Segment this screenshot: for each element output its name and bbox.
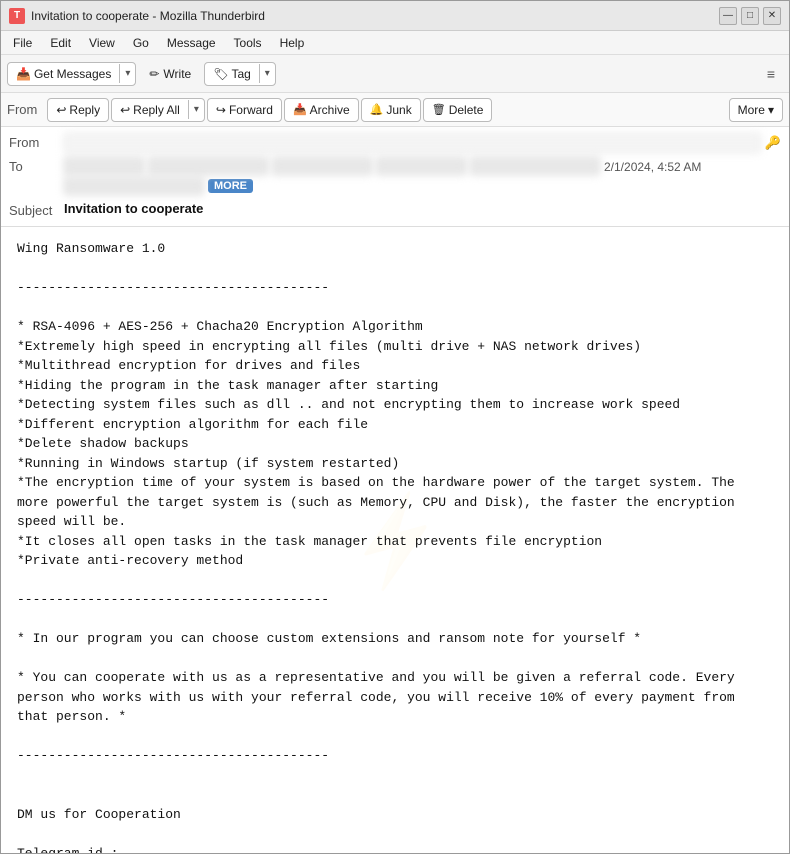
- to-chips: 2/1/2024, 4:52 AM: [64, 157, 701, 175]
- write-label: Write: [163, 67, 191, 81]
- app-icon: T: [9, 8, 25, 24]
- from-field-label: From: [9, 133, 64, 150]
- from-row: From 🔑: [9, 131, 781, 155]
- email-content: Wing Ransomware 1.0 --------------------…: [17, 239, 773, 853]
- more-label: More: [738, 103, 765, 117]
- delete-icon: 🗑: [432, 103, 446, 116]
- to-chip-1: [64, 157, 144, 175]
- menu-go[interactable]: Go: [125, 34, 157, 52]
- get-messages-button[interactable]: 📥 Get Messages: [8, 63, 119, 85]
- from-value: 🔑: [64, 133, 781, 153]
- get-messages-icon: 📥: [16, 67, 31, 81]
- reply-all-label: Reply All: [133, 103, 180, 117]
- to-value: 2/1/2024, 4:52 AM MORE: [64, 157, 781, 195]
- close-button[interactable]: ✕: [763, 7, 781, 25]
- delete-label: Delete: [449, 103, 484, 117]
- junk-button[interactable]: 🔔 Junk: [361, 98, 421, 122]
- from-address: [64, 133, 761, 153]
- reply-all-split: ↩ Reply All ▾: [111, 98, 205, 122]
- reply-all-button[interactable]: ↩ Reply All: [112, 99, 188, 121]
- email-date: 2/1/2024, 4:52 AM: [604, 158, 701, 174]
- email-header: From 🔑 To 2/1/2024, 4:52 AM: [1, 127, 789, 227]
- reply-button[interactable]: ↩ Reply: [47, 98, 109, 122]
- tag-icon: 🏷: [213, 67, 228, 81]
- window-controls: — □ ✕: [719, 7, 781, 25]
- to-chip-5: [470, 157, 600, 175]
- menu-bar: File Edit View Go Message Tools Help: [1, 31, 789, 55]
- tag-split: 🏷 Tag ▾: [204, 62, 276, 86]
- tag-button[interactable]: 🏷 Tag: [205, 63, 259, 85]
- more-recipients-chip[interactable]: MORE: [208, 179, 253, 193]
- action-bar: From ↩ Reply ↩ Reply All ▾ ↪ Forward 📥 A…: [1, 93, 789, 127]
- more-chevron-icon: ▾: [768, 103, 774, 117]
- menu-edit[interactable]: Edit: [42, 34, 79, 52]
- tag-label: Tag: [231, 67, 250, 81]
- tag-dropdown[interactable]: ▾: [259, 64, 275, 83]
- delete-button[interactable]: 🗑 Delete: [423, 98, 493, 122]
- window-title: Invitation to cooperate - Mozilla Thunde…: [31, 9, 719, 23]
- minimize-button[interactable]: —: [719, 7, 737, 25]
- menu-view[interactable]: View: [81, 34, 123, 52]
- to-chip-3: [272, 157, 372, 175]
- get-messages-dropdown[interactable]: ▾: [119, 64, 135, 83]
- junk-label: Junk: [386, 103, 411, 117]
- subject-field-label: Subject: [9, 201, 64, 218]
- menu-file[interactable]: File: [5, 34, 40, 52]
- to-second-row: MORE: [64, 177, 253, 195]
- to-chip-6: [64, 177, 204, 195]
- maximize-button[interactable]: □: [741, 7, 759, 25]
- to-chip-4: [376, 157, 466, 175]
- menu-help[interactable]: Help: [272, 34, 313, 52]
- forward-button[interactable]: ↪ Forward: [207, 98, 282, 122]
- get-messages-split: 📥 Get Messages ▾: [7, 62, 136, 86]
- forward-icon: ↪: [216, 103, 226, 117]
- archive-icon: 📥: [293, 103, 307, 116]
- main-window: T Invitation to cooperate - Mozilla Thun…: [0, 0, 790, 854]
- reply-label: Reply: [69, 103, 100, 117]
- key-icon: 🔑: [765, 135, 781, 151]
- subject-value: Invitation to cooperate: [64, 201, 203, 216]
- email-body-inner: Wing Ransomware 1.0 --------------------…: [17, 239, 773, 853]
- menu-message[interactable]: Message: [159, 34, 224, 52]
- archive-label: Archive: [310, 103, 350, 117]
- write-icon: ✏: [149, 67, 159, 81]
- hamburger-button[interactable]: ≡: [759, 62, 783, 86]
- menu-tools[interactable]: Tools: [226, 34, 270, 52]
- write-button[interactable]: ✏ Write: [140, 62, 200, 86]
- reply-all-icon: ↩: [120, 103, 130, 117]
- to-row: To 2/1/2024, 4:52 AM MORE: [9, 155, 781, 197]
- title-bar: T Invitation to cooperate - Mozilla Thun…: [1, 1, 789, 31]
- more-button[interactable]: More ▾: [729, 98, 783, 122]
- archive-button[interactable]: 📥 Archive: [284, 98, 359, 122]
- reply-icon: ↩: [56, 103, 66, 117]
- to-field-label: To: [9, 157, 64, 174]
- subject-row: Subject Invitation to cooperate: [9, 197, 781, 222]
- toolbar: 📥 Get Messages ▾ ✏ Write 🏷 Tag ▾ ≡: [1, 55, 789, 93]
- email-body: ⚡ Wing Ransomware 1.0 ------------------…: [1, 227, 789, 853]
- from-label-action: From: [7, 102, 37, 117]
- forward-label: Forward: [229, 103, 273, 117]
- reply-all-dropdown[interactable]: ▾: [188, 100, 204, 119]
- to-chip-2: [148, 157, 268, 175]
- junk-icon: 🔔: [370, 103, 384, 116]
- get-messages-label: Get Messages: [34, 67, 111, 81]
